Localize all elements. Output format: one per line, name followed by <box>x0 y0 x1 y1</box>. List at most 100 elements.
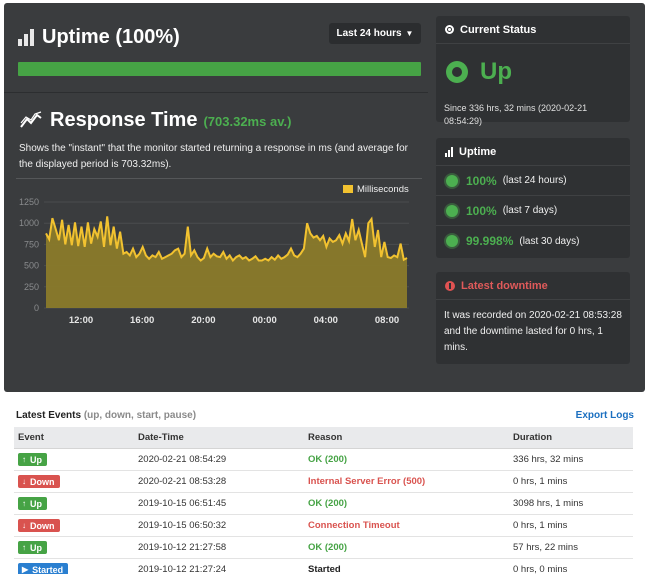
table-row: ↓ Down 2019-10-15 06:50:32 Connection Timeo… <box>14 515 633 537</box>
uptime-progress-bar <box>18 62 421 76</box>
status-burst-icon <box>446 204 458 217</box>
y-tick-label: 750 <box>24 239 39 249</box>
response-time-title: Response Time <box>50 109 198 131</box>
arrow-down-icon: ↓ <box>22 521 26 530</box>
uptime-percent: 100% <box>466 203 497 218</box>
event-reason: Internal Server Error (500) <box>308 476 426 487</box>
event-badge: ↑ Up <box>18 497 47 510</box>
play-icon: ▶ <box>22 565 29 574</box>
y-tick-label: 1000 <box>19 218 39 228</box>
column-header-duration: Duration <box>513 432 553 443</box>
y-tick-label: 1250 <box>19 197 39 207</box>
export-logs-link[interactable]: Export Logs <box>576 410 634 421</box>
event-datetime: 2019-10-12 21:27:58 <box>138 542 227 553</box>
uptime-header: Uptime (100%) <box>18 26 180 49</box>
legend-label: Milliseconds <box>357 184 409 195</box>
uptime-period: (last 30 days) <box>519 235 580 247</box>
bar-chart-icon <box>18 29 34 46</box>
event-label: Down <box>30 520 55 531</box>
current-status-title: Current Status <box>460 23 537 36</box>
event-datetime: 2019-10-15 06:51:45 <box>138 498 227 509</box>
table-row: ↑ Up 2020-02-21 08:54:29 OK (200) 336 hrs, 3… <box>14 449 633 471</box>
arrow-up-icon: ↑ <box>22 455 26 464</box>
status-indicator: Up <box>446 58 512 86</box>
latest-downtime-title: Latest downtime <box>461 279 548 292</box>
event-duration: 0 hrs, 1 mins <box>513 520 568 531</box>
event-cell: ↑ Up <box>14 453 138 466</box>
arrow-up-icon: ↑ <box>22 543 26 552</box>
latest-downtime-header: Latest downtime <box>436 272 630 300</box>
arrow-up-icon: ↑ <box>22 499 26 508</box>
bar-chart-icon <box>445 146 453 157</box>
response-time-area <box>46 216 407 308</box>
x-tick-label: 12:00 <box>69 315 93 326</box>
response-time-average: (703.32ms av.) <box>203 114 292 129</box>
event-duration: 3098 hrs, 1 mins <box>513 498 584 509</box>
response-time-chart: 1250 1000 750 500 250 0 12:00 16:00 20:00 00:00 04… <box>14 180 428 330</box>
uptime-percent: 99.998% <box>466 234 514 248</box>
event-datetime: 2019-10-15 06:50:32 <box>138 520 227 531</box>
event-badge: ▶ Started <box>18 563 69 574</box>
event-cell: ↑ Up <box>14 497 138 510</box>
status-text: Up <box>480 58 512 85</box>
event-badge: ↓ Down <box>18 519 60 532</box>
event-cell: ↓ Down <box>14 475 138 488</box>
current-status-header: Current Status <box>436 16 630 44</box>
uptime-percent: 100% <box>466 173 497 188</box>
legend-swatch <box>343 185 353 193</box>
status-dot-icon <box>445 25 454 34</box>
y-tick-label: 250 <box>24 282 39 292</box>
event-duration: 0 hrs, 0 mins <box>513 564 568 574</box>
event-label: Started <box>32 564 64 574</box>
event-label: Up <box>30 498 42 509</box>
up-circle-icon <box>446 61 468 83</box>
response-time-chart-svg: 1250 1000 750 500 250 0 12:00 16:00 20:00 00:00 04… <box>19 184 409 326</box>
latest-downtime-panel: Latest downtime It was recorded on 2020-… <box>436 272 630 364</box>
table-row: ↓ Down 2020-02-21 08:53:28 Internal Server … <box>14 471 633 493</box>
events-title: Latest Events (up, down, start, pause) <box>16 410 196 421</box>
latest-downtime-text: It was recorded on 2020-02-21 08:53:28 a… <box>444 310 622 353</box>
y-tick-label: 500 <box>24 261 39 271</box>
x-tick-label: 16:00 <box>130 315 154 326</box>
uptime-row: 100% (last 7 days) <box>436 196 630 226</box>
event-cell: ▶ Started <box>14 563 138 574</box>
uptime-row: 99.998% (last 30 days) <box>436 226 630 256</box>
events-title-text: Latest Events <box>16 410 82 421</box>
table-row: ↑ Up 2019-10-12 21:27:58 OK (200) 57 hrs, 22… <box>14 537 633 559</box>
events-subtitle: (up, down, start, pause) <box>83 410 197 421</box>
arrow-down-icon: ↓ <box>22 477 26 486</box>
time-range-label: Last 24 hours <box>336 28 402 39</box>
event-reason: Started <box>308 564 341 574</box>
current-status-panel: Current Status Up Since 336 hrs, 32 mins… <box>436 16 630 126</box>
event-badge: ↑ Up <box>18 453 47 466</box>
event-badge: ↓ Down <box>18 475 60 488</box>
event-label: Up <box>30 454 42 465</box>
event-datetime: 2020-02-21 08:53:28 <box>138 476 227 487</box>
event-reason: Connection Timeout <box>308 520 400 531</box>
event-label: Down <box>30 476 55 487</box>
column-header-datetime: Date-Time <box>138 432 184 443</box>
divider <box>16 178 422 179</box>
events-table: Event Date-Time Reason Duration ↑ Up 2020-… <box>14 427 633 574</box>
uptime-period: (last 24 hours) <box>502 175 567 186</box>
divider <box>4 92 428 93</box>
alert-icon <box>445 280 455 291</box>
time-range-dropdown[interactable]: Last 24 hours ▼ <box>329 23 421 44</box>
event-duration: 0 hrs, 1 mins <box>513 476 568 487</box>
event-datetime: 2020-02-21 08:54:29 <box>138 454 227 465</box>
table-header-row: Event Date-Time Reason Duration <box>14 427 633 449</box>
column-header-reason: Reason <box>308 432 343 443</box>
x-tick-label: 04:00 <box>314 315 338 326</box>
event-reason: OK (200) <box>308 542 348 553</box>
uptime-period: (last 7 days) <box>502 205 558 216</box>
event-badge: ↑ Up <box>18 541 47 554</box>
uptime-row: 100% (last 24 hours) <box>436 166 630 196</box>
event-duration: 57 hrs, 22 mins <box>513 542 578 553</box>
response-time-description: Shows the "instant" that the monitor sta… <box>19 143 408 170</box>
response-time-header: Response Time (703.32ms av.) <box>20 108 291 132</box>
y-tick-label: 0 <box>34 303 39 313</box>
status-burst-icon <box>446 174 458 187</box>
event-datetime: 2019-10-12 21:27:24 <box>138 564 227 574</box>
line-chart-icon <box>20 111 42 128</box>
event-cell: ↓ Down <box>14 519 138 532</box>
